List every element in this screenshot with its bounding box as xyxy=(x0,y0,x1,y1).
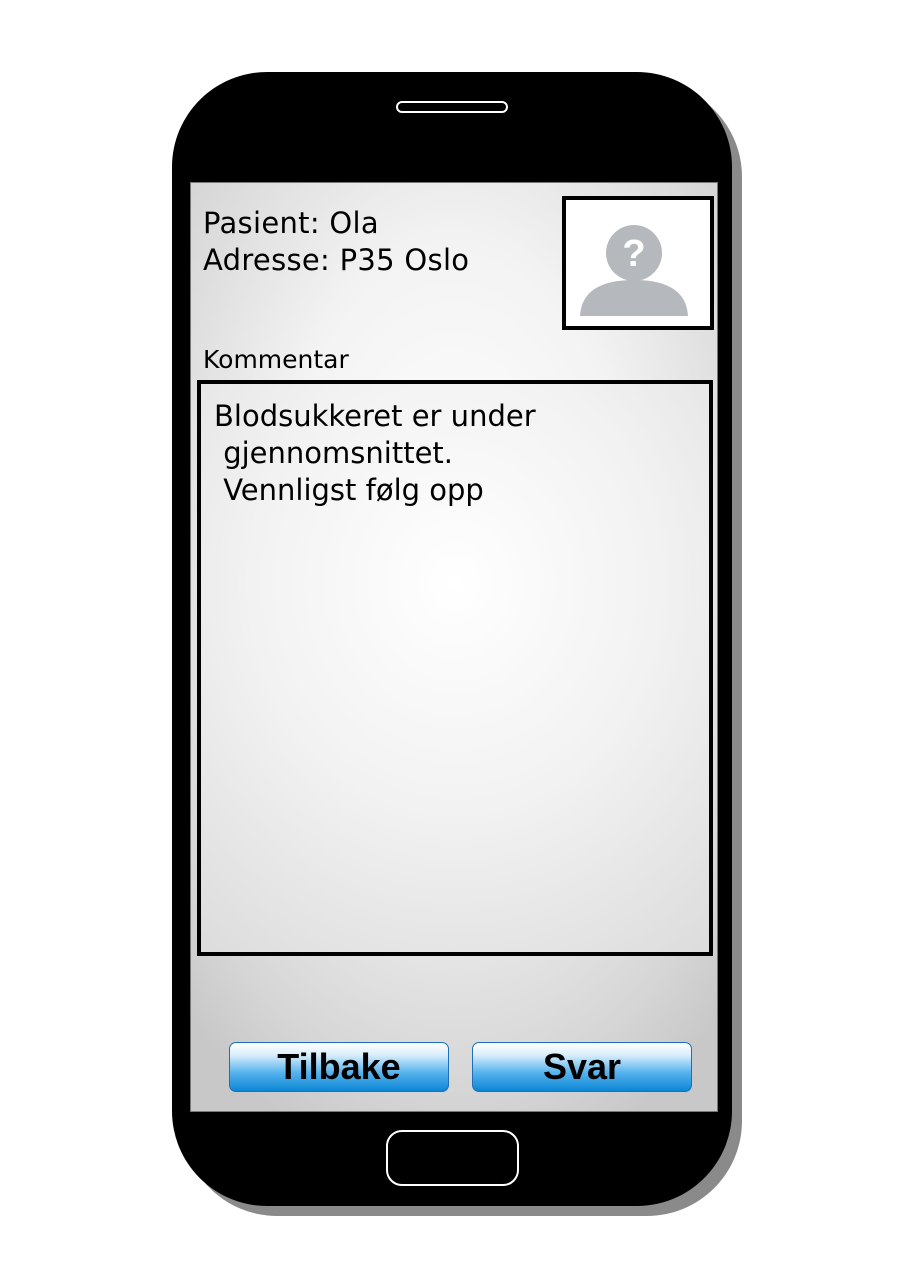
patient-name: Pasient: Ola xyxy=(203,206,379,240)
question-mark-glyph: ? xyxy=(622,233,645,275)
home-button[interactable] xyxy=(386,1130,519,1186)
comment-text: Blodsukkeret er under gjennomsnittet. Ve… xyxy=(214,399,536,507)
reply-button[interactable]: Svar xyxy=(472,1042,692,1092)
back-button[interactable]: Tilbake xyxy=(229,1042,449,1092)
comment-label: Kommentar xyxy=(203,345,349,374)
patient-info: Pasient: Ola Adresse: P35 Oslo xyxy=(203,205,469,279)
patient-address: Adresse: P35 Oslo xyxy=(203,243,470,277)
speaker-slot xyxy=(396,101,508,113)
avatar: ? xyxy=(562,196,714,330)
user-placeholder-icon: ? xyxy=(580,225,688,316)
